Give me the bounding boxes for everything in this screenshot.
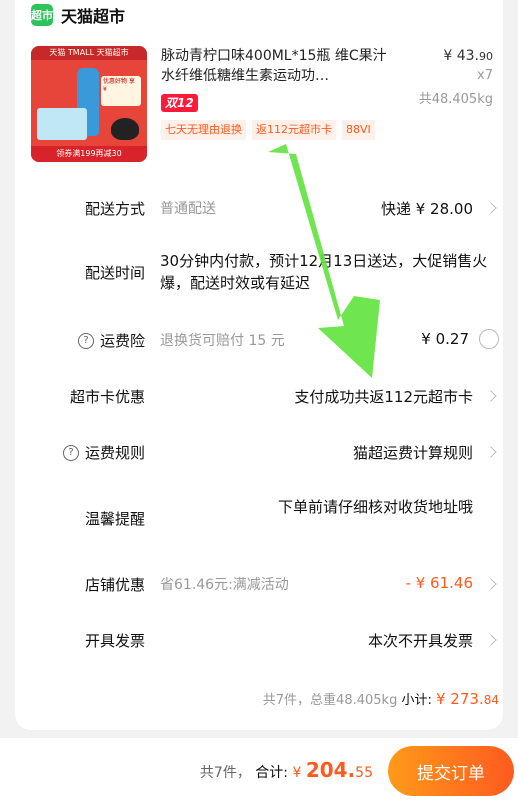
invoice-label: 开具发票 — [84, 632, 145, 650]
invoice-row[interactable]: 开具发票 本次不开具发票 — [15, 628, 503, 652]
shipping-insurance-label: ? 运费险 — [15, 330, 145, 351]
shipping-insurance-value: ¥ 0.27 — [421, 330, 469, 348]
service-tags: 七天无理由退换 返112元超市卡 88VI — [161, 120, 501, 140]
total-currency: ¥ — [292, 765, 306, 781]
box-icon — [37, 108, 87, 140]
product-thumbnail[interactable]: 天猫 TMALL 天猫超市 优惠好物 享 ¥ 领券满199再减30 — [31, 46, 147, 162]
tmall-supermarket-logo-icon: 超市 — [31, 4, 53, 26]
service-tag: 88VI — [342, 120, 375, 140]
summary-text: 共7件，总重48.405kg — [262, 693, 398, 708]
product-item[interactable]: 天猫 TMALL 天猫超市 优惠好物 享 ¥ 领券满199再减30 脉动青柠口味… — [31, 46, 493, 166]
chevron-right-icon — [485, 634, 497, 646]
chevron-right-icon — [485, 202, 497, 214]
reminder-label: 温馨提醒 — [84, 510, 145, 528]
subtotal-label: 小计: — [401, 693, 432, 708]
product-price: ¥ 43.90 — [443, 48, 493, 64]
chevron-right-icon — [485, 390, 497, 402]
shipping-rule-row[interactable]: ? 运费规则 猫超运费计算规则 — [15, 440, 503, 464]
chevron-right-icon — [485, 446, 497, 458]
market-card-row[interactable]: 超市卡优惠 支付成功共返112元超市卡 — [15, 384, 503, 408]
shipping-insurance-radio[interactable] — [479, 329, 499, 349]
total-label: 合计: — [255, 765, 288, 781]
tmall-cat-icon — [111, 118, 139, 140]
chevron-right-icon — [485, 578, 497, 590]
delivery-time-row: 配送时间 30分钟内付款，预计12月13日送达，大促销售火爆，配送时效或有延迟 — [15, 250, 503, 294]
order-card: 超市 天猫超市 天猫 TMALL 天猫超市 优惠好物 享 ¥ 领券满199再减3… — [15, 0, 503, 730]
help-icon[interactable]: ? — [62, 444, 79, 461]
delivery-time-text: 30分钟内付款，预计12月13日送达，大促销售火爆，配送时效或有延迟 — [160, 252, 488, 292]
double12-badge: 双12 — [161, 94, 198, 112]
product-weight: 共48.405kg — [418, 92, 493, 107]
total-count: 共7件， — [199, 765, 251, 781]
shipping-rule-link[interactable]: 猫超运费计算规则 — [353, 442, 473, 463]
delivery-time-label: 配送时间 — [84, 264, 145, 282]
reminder-row: 温馨提醒 下单前请仔细核对收货地址哦 — [15, 496, 503, 540]
shipping-insurance-row[interactable]: ? 运费险 退换货可赔付 15 元 ¥ 0.27 — [15, 328, 503, 352]
subtotal-amount: ¥ 273.84 — [436, 690, 499, 708]
product-quantity: x7 — [477, 68, 493, 83]
shipping-insurance-sub: 退换货可赔付 15 元 — [160, 333, 285, 349]
total-amount: 204. — [305, 758, 356, 782]
reminder-text: 下单前请仔细核对收货地址哦 — [277, 498, 473, 516]
thumb-banner: 天猫 TMALL 天猫超市 — [31, 46, 147, 60]
delivery-method-row[interactable]: 配送方式 普通配送 快递 ¥ 28.00 — [15, 196, 503, 220]
delivery-method-label: 配送方式 — [84, 200, 145, 218]
service-tag: 七天无理由退换 — [161, 120, 246, 140]
thumb-coupon-strip: 领券满199再减30 — [31, 146, 147, 162]
market-card-value: 支付成功共返112元超市卡 — [294, 388, 473, 406]
service-tag: 返112元超市卡 — [252, 120, 336, 140]
checkout-bar: 共7件， 合计: ¥ 204.55 提交订单 — [0, 738, 518, 800]
order-total: 共7件， 合计: ¥ 204.55 — [200, 758, 373, 782]
shop-header[interactable]: 超市 天猫超市 — [31, 2, 125, 28]
market-card-label: 超市卡优惠 — [69, 388, 145, 406]
shipping-rule-label: ? 运费规则 — [15, 442, 145, 463]
total-amount-decimal: 55 — [355, 765, 373, 781]
submit-order-button[interactable]: 提交订单 — [388, 746, 514, 796]
shop-discount-label: 店铺优惠 — [84, 576, 145, 594]
product-title[interactable]: 脉动青柠口味400ML*15瓶 维C果汁水纤维低糖维生素运动功… — [161, 46, 387, 86]
shop-discount-sub: 省61.46元:满减活动 — [160, 577, 289, 593]
shop-discount-value: - ¥ 61.46 — [405, 574, 473, 592]
delivery-method-sub: 普通配送 — [160, 201, 216, 217]
invoice-value: 本次不开具发票 — [367, 632, 473, 650]
thumb-card: 优惠好物 享 ¥ — [101, 76, 141, 106]
shop-name: 天猫超市 — [61, 7, 126, 26]
shop-discount-row[interactable]: 店铺优惠 省61.46元:满减活动 - ¥ 61.46 — [15, 572, 503, 596]
order-summary: 共7件，总重48.405kg 小计: ¥ 273.84 — [263, 689, 499, 708]
delivery-method-value: 快递 ¥ 28.00 — [380, 200, 473, 218]
help-icon[interactable]: ? — [77, 332, 94, 349]
